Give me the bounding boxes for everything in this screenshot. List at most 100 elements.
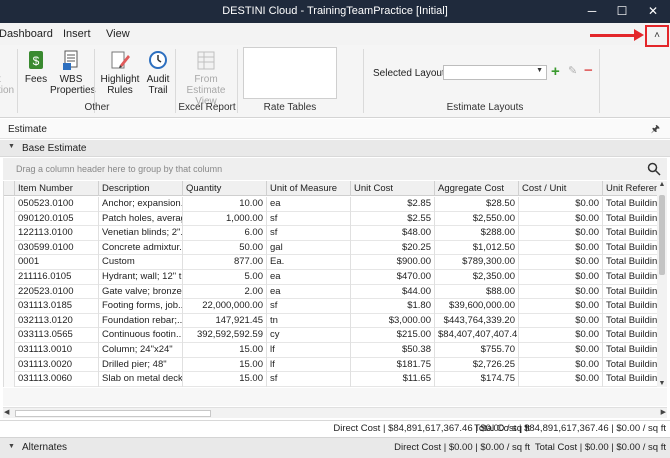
row-selector[interactable]: [4, 270, 15, 285]
cell-item-number[interactable]: 031113.0060: [15, 372, 99, 387]
add-layout-button[interactable]: +: [551, 63, 560, 80]
column-header-item-number[interactable]: Item Number: [15, 181, 99, 196]
column-header-quantity[interactable]: Quantity: [183, 181, 267, 196]
cell-item-number[interactable]: 211116.0105: [15, 270, 99, 285]
cell-unit-cost[interactable]: $181.75: [351, 357, 435, 373]
cell-quantity[interactable]: 6.00: [183, 226, 267, 241]
cell-description[interactable]: Continuous footin...: [99, 328, 183, 343]
cell-item-number[interactable]: 033113.0565: [15, 328, 99, 343]
cell-aggregate-cost[interactable]: $2,726.25: [435, 357, 519, 373]
cell-unit-cost[interactable]: $900.00: [351, 255, 435, 270]
cell-quantity[interactable]: 5.00: [183, 270, 267, 285]
cell-unit-reference[interactable]: Total Building A: [603, 212, 657, 227]
table-row[interactable]: 032113.0120 Foundation rebar;... 147,921.4…: [4, 313, 657, 329]
cell-aggregate-cost[interactable]: $288.00: [435, 226, 519, 241]
horizontal-scrollbar[interactable]: ◀ ▶: [3, 407, 667, 418]
menu-dashboard[interactable]: Dashboard: [0, 28, 53, 40]
fees-button[interactable]: $ Fees: [22, 49, 50, 85]
cell-unit-of-measure[interactable]: lf: [267, 343, 351, 358]
cell-unit-cost[interactable]: $1.80: [351, 299, 435, 314]
audit-trail-button[interactable]: Audit Trail: [143, 49, 173, 96]
cell-unit-reference[interactable]: Total Building A: [603, 197, 657, 212]
table-row[interactable]: 211116.0105 Hydrant; wall; 12" t... 5.00 ea…: [4, 270, 657, 285]
cell-unit-reference[interactable]: Total Building A: [603, 358, 657, 373]
cell-unit-reference[interactable]: Total Building A: [603, 328, 657, 343]
horizontal-scroll-thumb[interactable]: [15, 410, 211, 417]
cell-unit-cost[interactable]: $2.55: [351, 211, 435, 227]
cell-unit-cost[interactable]: $215.00: [351, 328, 435, 343]
cell-quantity[interactable]: 1,000.00: [183, 211, 267, 227]
row-selector[interactable]: [4, 328, 15, 343]
collapse-ribbon-button[interactable]: ˄: [645, 25, 669, 47]
cell-aggregate-cost[interactable]: $84,407,407,407.41: [435, 328, 519, 343]
cell-unit-of-measure[interactable]: sf: [267, 226, 351, 241]
cell-description[interactable]: Column; 24"x24": [99, 343, 183, 358]
wbs-properties-button[interactable]: WBS Properties: [50, 49, 96, 96]
cell-quantity[interactable]: 15.00: [183, 372, 267, 387]
row-selector[interactable]: [4, 197, 15, 212]
cell-unit-of-measure[interactable]: sf: [267, 299, 351, 314]
cell-description[interactable]: Venetian blinds; 2"...: [99, 226, 183, 241]
table-row[interactable]: 0001 Custom 877.00 Ea. $900.00 $789,300.00 $0.…: [4, 255, 657, 270]
table-row[interactable]: 031113.0185 Footing forms, job... 22,000,0…: [4, 299, 657, 314]
menu-view[interactable]: View: [106, 28, 130, 40]
cell-aggregate-cost[interactable]: $1,012.50: [435, 240, 519, 256]
column-header-aggregate-cost[interactable]: Aggregate Cost: [435, 181, 519, 196]
column-header-description[interactable]: Description: [99, 181, 183, 196]
cell-item-number[interactable]: 031113.0185: [15, 299, 99, 314]
cell-unit-of-measure[interactable]: sf: [267, 372, 351, 387]
cell-unit-of-measure[interactable]: ea: [267, 197, 351, 212]
cell-unit-reference[interactable]: Total Building A: [603, 241, 657, 256]
cell-description[interactable]: Anchor; expansion...: [99, 197, 183, 212]
cell-quantity[interactable]: 2.00: [183, 284, 267, 300]
cell-quantity[interactable]: 15.00: [183, 343, 267, 358]
row-selector[interactable]: [4, 240, 15, 256]
cell-aggregate-cost[interactable]: $443,764,339.20: [435, 313, 519, 329]
cell-unit-reference[interactable]: Total Building A: [603, 372, 657, 387]
cell-item-number[interactable]: 122113.0100: [15, 226, 99, 241]
edit-layout-button[interactable]: ✎: [568, 64, 577, 77]
rate-tables-gallery[interactable]: [243, 47, 337, 99]
cell-aggregate-cost[interactable]: $174.75: [435, 372, 519, 387]
cell-cost-per-unit[interactable]: $0.00: [519, 255, 603, 270]
row-selector[interactable]: [4, 313, 15, 329]
cell-quantity[interactable]: 50.00: [183, 240, 267, 256]
cell-item-number[interactable]: 030599.0100: [15, 240, 99, 256]
cell-unit-of-measure[interactable]: gal: [267, 240, 351, 256]
cell-description[interactable]: Drilled pier; 48": [99, 357, 183, 373]
cell-unit-of-measure[interactable]: lf: [267, 357, 351, 373]
cell-item-number[interactable]: 090120.0105: [15, 211, 99, 227]
column-header-cost-per-unit[interactable]: Cost / Unit: [519, 181, 603, 196]
cell-cost-per-unit[interactable]: $0.00: [519, 284, 603, 300]
cell-unit-cost[interactable]: $50.38: [351, 343, 435, 358]
column-header-unit-of-measure[interactable]: Unit of Measure: [267, 181, 351, 196]
cell-aggregate-cost[interactable]: $789,300.00: [435, 255, 519, 270]
close-button[interactable]: ✕: [638, 0, 668, 23]
table-row[interactable]: 031113.0060 Slab on metal deck... 15.00 sf $…: [4, 372, 657, 387]
cell-cost-per-unit[interactable]: $0.00: [519, 240, 603, 256]
row-selector[interactable]: [4, 343, 15, 358]
cell-aggregate-cost[interactable]: $2,350.00: [435, 270, 519, 285]
pin-icon[interactable]: 🖈: [651, 122, 660, 139]
cell-quantity[interactable]: 15.00: [183, 357, 267, 373]
group-by-panel[interactable]: Drag a column header here to group by th…: [3, 158, 667, 180]
cell-item-number[interactable]: 032113.0120: [15, 313, 99, 329]
table-row[interactable]: 050523.0100 Anchor; expansion... 10.00 ea $2…: [4, 197, 657, 212]
cell-quantity[interactable]: 392,592,592.59: [183, 328, 267, 343]
cell-unit-of-measure[interactable]: tn: [267, 313, 351, 329]
scroll-up-icon[interactable]: ▲: [657, 181, 667, 188]
cell-quantity[interactable]: 147,921.45: [183, 313, 267, 329]
minimize-button[interactable]: ─: [577, 0, 607, 23]
table-row[interactable]: 030599.0100 Concrete admixtur... 50.00 gal $…: [4, 240, 657, 256]
cell-unit-reference[interactable]: Total Building A: [603, 226, 657, 241]
scroll-left-icon[interactable]: ◀: [4, 408, 9, 416]
cell-unit-of-measure[interactable]: ea: [267, 270, 351, 285]
cell-description[interactable]: Gate valve; bronze;...: [99, 284, 183, 300]
column-header-unit-cost[interactable]: Unit Cost: [351, 181, 435, 196]
cell-aggregate-cost[interactable]: $88.00: [435, 284, 519, 300]
cell-cost-per-unit[interactable]: $0.00: [519, 197, 603, 212]
cell-description[interactable]: Custom: [99, 255, 183, 270]
cell-quantity[interactable]: 22,000,000.00: [183, 299, 267, 314]
cell-unit-reference[interactable]: Total Building A: [603, 270, 657, 285]
cell-unit-reference[interactable]: Total Building A: [603, 285, 657, 300]
